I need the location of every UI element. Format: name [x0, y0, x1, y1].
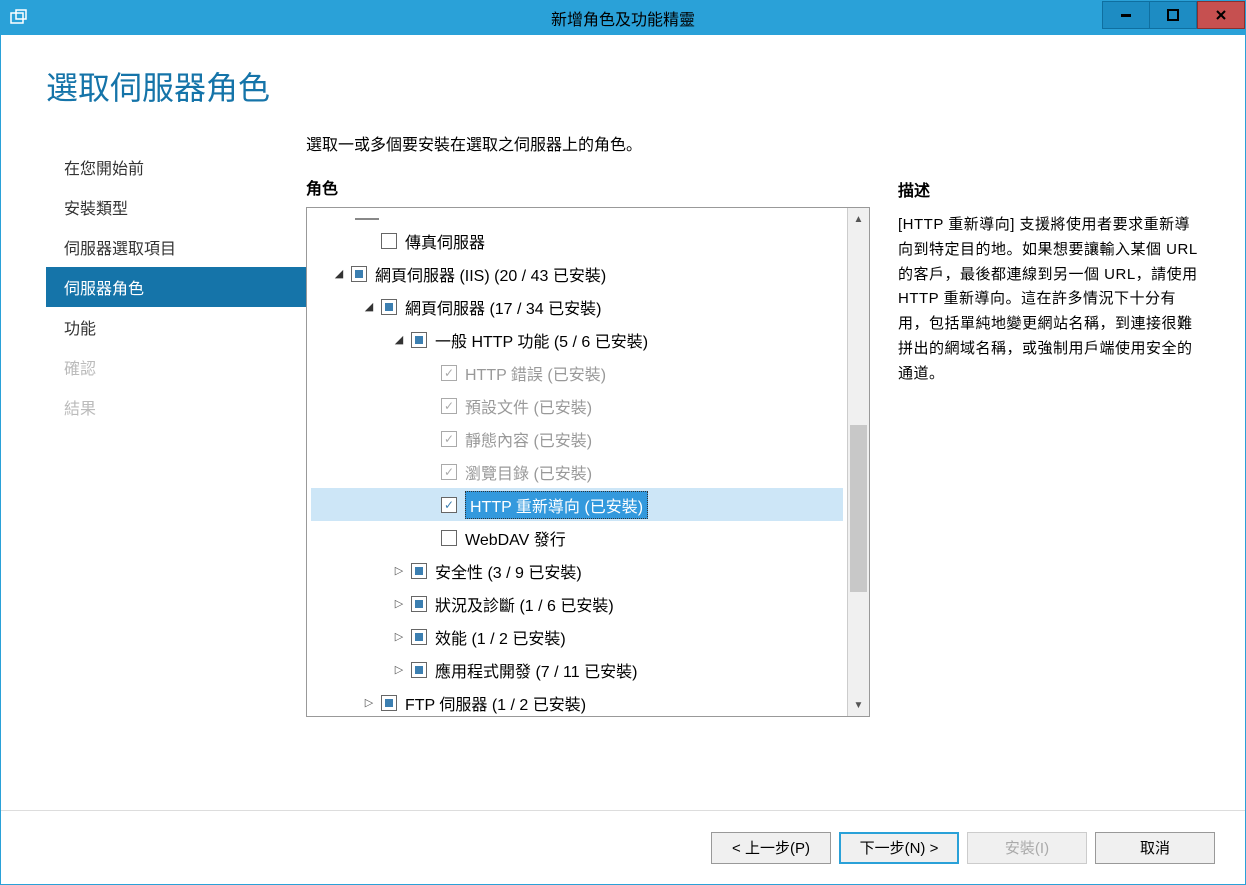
- tree-label[interactable]: 預設文件 (已安裝): [465, 394, 592, 418]
- tree-row[interactable]: ✓ 瀏覽目錄 (已安裝): [311, 455, 843, 488]
- tree-row[interactable]: ▷ 安全性 (3 / 9 已安裝): [311, 554, 843, 587]
- tree-label[interactable]: HTTP 錯誤 (已安裝): [465, 361, 606, 385]
- install-button: 安裝(I): [967, 832, 1087, 864]
- cancel-button[interactable]: 取消: [1095, 832, 1215, 864]
- tree-checkbox[interactable]: [411, 629, 427, 645]
- description-text: [HTTP 重新導向] 支援將使用者要求重新導向到特定目的地。如果想要讓輸入某個…: [898, 213, 1200, 386]
- sidebar-step-1[interactable]: 安裝類型: [46, 187, 306, 227]
- tree-checkbox[interactable]: [351, 266, 367, 282]
- scroll-thumb[interactable]: [850, 425, 867, 592]
- tree-label[interactable]: WebDAV 發行: [465, 526, 566, 550]
- tree-checkbox[interactable]: ✓: [441, 497, 457, 513]
- tree-label[interactable]: 網頁伺服器 (17 / 34 已安裝): [405, 295, 601, 319]
- sidebar-step-6: 結果: [46, 387, 306, 427]
- tree-checkbox: ✓: [441, 464, 457, 480]
- tree-label[interactable]: HTTP 重新導向 (已安裝): [465, 491, 648, 519]
- tree-checkbox[interactable]: [411, 563, 427, 579]
- tree-row[interactable]: ◢ 網頁伺服器 (17 / 34 已安裝): [311, 290, 843, 323]
- sidebar-step-2[interactable]: 伺服器選取項目: [46, 227, 306, 267]
- previous-button[interactable]: < 上一步(P): [711, 832, 831, 864]
- instruction-text: 選取一或多個要安裝在選取之伺服器上的角色。: [306, 131, 870, 155]
- sidebar-step-4[interactable]: 功能: [46, 307, 306, 347]
- wizard-window: 新增角色及功能精靈 選取伺服器角色 在您開始前安裝類型伺服器選取項目伺服器角色功…: [0, 0, 1246, 885]
- tree-label[interactable]: 狀況及診斷 (1 / 6 已安裝): [435, 592, 614, 616]
- description-heading: 描述: [898, 177, 1200, 201]
- tree-row[interactable]: ▷ 應用程式開發 (7 / 11 已安裝): [311, 653, 843, 686]
- tree-label[interactable]: 網頁伺服器 (IIS) (20 / 43 已安裝): [375, 262, 606, 286]
- minimize-button[interactable]: [1102, 1, 1150, 29]
- tree-label[interactable]: 一般 HTTP 功能 (5 / 6 已安裝): [435, 328, 648, 352]
- tree-checkbox[interactable]: [381, 233, 397, 249]
- tree-label[interactable]: 靜態內容 (已安裝): [465, 427, 592, 451]
- chevron-right-icon[interactable]: ▷: [391, 597, 407, 610]
- chevron-right-icon[interactable]: ▷: [391, 630, 407, 643]
- chevron-right-icon[interactable]: ▷: [391, 564, 407, 577]
- maximize-button[interactable]: [1149, 1, 1197, 29]
- chevron-down-icon[interactable]: ◢: [391, 333, 407, 346]
- chevron-right-icon[interactable]: ▷: [361, 696, 377, 709]
- tree-row[interactable]: ◢ 一般 HTTP 功能 (5 / 6 已安裝): [311, 323, 843, 356]
- tree-checkbox: ✓: [441, 431, 457, 447]
- tree-row[interactable]: ▷ 效能 (1 / 2 已安裝): [311, 620, 843, 653]
- wizard-steps-sidebar: 在您開始前安裝類型伺服器選取項目伺服器角色功能確認結果: [46, 129, 306, 810]
- tree-row[interactable]: ▷ 狀況及診斷 (1 / 6 已安裝): [311, 587, 843, 620]
- tree-row[interactable]: ◢ 網頁伺服器 (IIS) (20 / 43 已安裝): [311, 257, 843, 290]
- tree-checkbox: ✓: [441, 398, 457, 414]
- tree-row[interactable]: WebDAV 發行: [311, 521, 843, 554]
- tree-label[interactable]: FTP 伺服器 (1 / 2 已安裝): [405, 691, 586, 715]
- chevron-down-icon[interactable]: ◢: [331, 267, 347, 280]
- tree-label[interactable]: 傳真伺服器: [405, 229, 485, 253]
- tree-checkbox[interactable]: [411, 596, 427, 612]
- tree-label[interactable]: 瀏覽目錄 (已安裝): [465, 460, 592, 484]
- tree-checkbox[interactable]: [411, 332, 427, 348]
- sidebar-step-3[interactable]: 伺服器角色: [46, 267, 306, 307]
- tree-row[interactable]: ✓ 預設文件 (已安裝): [311, 389, 843, 422]
- tree-row[interactable]: ✓ HTTP 錯誤 (已安裝): [311, 356, 843, 389]
- app-icon: [9, 8, 29, 28]
- tree-label[interactable]: 效能 (1 / 2 已安裝): [435, 625, 566, 649]
- tree-row[interactable]: 傳真伺服器: [311, 224, 843, 257]
- sidebar-step-0[interactable]: 在您開始前: [46, 147, 306, 187]
- wizard-footer: < 上一步(P) 下一步(N) > 安裝(I) 取消: [1, 810, 1245, 884]
- titlebar: 新增角色及功能精靈: [1, 1, 1245, 35]
- tree-label[interactable]: 應用程式開發 (7 / 11 已安裝): [435, 658, 637, 682]
- tree-label[interactable]: 安全性 (3 / 9 已安裝): [435, 559, 582, 583]
- tree-checkbox: ✓: [441, 365, 457, 381]
- tree-checkbox[interactable]: [411, 662, 427, 678]
- scroll-up-icon[interactable]: ▲: [848, 208, 869, 230]
- tree-checkbox[interactable]: [381, 695, 397, 711]
- tree-row[interactable]: ✓ 靜態內容 (已安裝): [311, 422, 843, 455]
- tree-row[interactable]: ▷ FTP 伺服器 (1 / 2 已安裝): [311, 686, 843, 716]
- tree-row[interactable]: ✓ HTTP 重新導向 (已安裝): [311, 488, 843, 521]
- sidebar-step-5: 確認: [46, 347, 306, 387]
- chevron-down-icon[interactable]: ◢: [361, 300, 377, 313]
- roles-tree: 傳真伺服器 ◢ 網頁伺服器 (IIS) (20 / 43 已安裝) ◢ 網頁伺服器 (1…: [306, 207, 870, 717]
- tree-checkbox[interactable]: [381, 299, 397, 315]
- chevron-right-icon[interactable]: ▷: [391, 663, 407, 676]
- roles-heading: 角色: [306, 175, 870, 199]
- tree-scrollbar[interactable]: ▲ ▼: [847, 208, 869, 716]
- next-button[interactable]: 下一步(N) >: [839, 832, 959, 864]
- window-title: 新增角色及功能精靈: [551, 6, 695, 30]
- tree-checkbox[interactable]: [441, 530, 457, 546]
- close-button[interactable]: [1197, 1, 1245, 29]
- page-title: 選取伺服器角色: [46, 63, 1200, 109]
- scroll-track[interactable]: [848, 230, 869, 694]
- scroll-down-icon[interactable]: ▼: [848, 694, 869, 716]
